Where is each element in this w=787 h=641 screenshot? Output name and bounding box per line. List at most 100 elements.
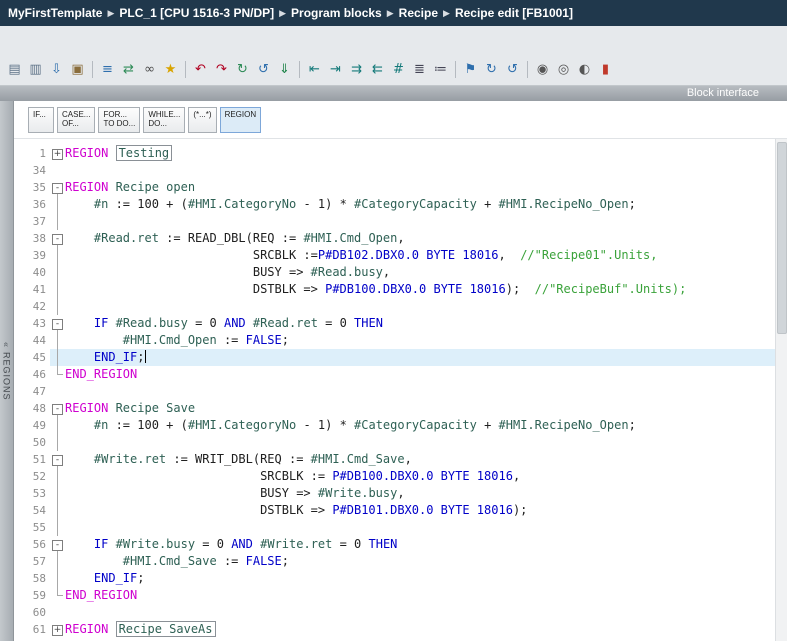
- code-line[interactable]: 55: [14, 519, 787, 536]
- collapse-all-icon[interactable]: ⇥: [325, 59, 346, 80]
- code-text: #Write.ret := WRIT_DBL(REQ := #HMI.Cmd_S…: [65, 451, 412, 468]
- main-area: «REGIONS IF...CASE...OF...FOR...TO DO...…: [0, 101, 787, 641]
- update-block-calls-icon[interactable]: ↻: [232, 59, 253, 80]
- snippet-tab-case[interactable]: CASE...OF...: [57, 107, 95, 133]
- regions-label: REGIONS: [2, 352, 12, 401]
- collapse-fold-icon[interactable]: -: [52, 319, 63, 330]
- toolbar-separator: [185, 61, 186, 78]
- code-line[interactable]: 56- IF #Write.busy = 0 AND #Write.ret = …: [14, 536, 787, 553]
- line-number: 43: [14, 315, 50, 332]
- block-interface-bar[interactable]: Block interface: [0, 86, 787, 101]
- vertical-scrollbar[interactable]: [775, 139, 787, 641]
- line-number: 36: [14, 196, 50, 213]
- favorites-icon[interactable]: ★: [160, 59, 181, 80]
- fold-gutter: [50, 383, 65, 400]
- breadcrumb-item[interactable]: MyFirstTemplate: [8, 6, 102, 20]
- collapse-fold-icon[interactable]: -: [52, 455, 63, 466]
- collapse-fold-icon[interactable]: -: [52, 540, 63, 551]
- code-line[interactable]: 46END_REGION: [14, 366, 787, 383]
- code-line[interactable]: 37: [14, 213, 787, 230]
- expand-fold-icon[interactable]: +: [52, 149, 63, 160]
- expand-fold-icon[interactable]: +: [52, 625, 63, 636]
- previous-bookmark-icon[interactable]: ↺: [502, 59, 523, 80]
- collapse-fold-icon[interactable]: -: [52, 404, 63, 415]
- network-numbers-icon[interactable]: ≣: [409, 59, 430, 80]
- code-line[interactable]: 59END_REGION: [14, 587, 787, 604]
- rewire-operands-icon[interactable]: ⇄: [118, 59, 139, 80]
- code-line[interactable]: 58 END_IF;: [14, 570, 787, 587]
- toolbar-separator: [92, 61, 93, 78]
- collapse-fold-icon[interactable]: -: [52, 183, 63, 194]
- code-line[interactable]: 34: [14, 162, 787, 179]
- grid-icon[interactable]: #: [388, 59, 409, 80]
- code-line[interactable]: 61+REGION Recipe SaveAs: [14, 621, 787, 638]
- breadcrumb-item[interactable]: Program blocks: [291, 6, 382, 20]
- code-line[interactable]: 48-REGION Recipe Save: [14, 400, 787, 417]
- line-number: 35: [14, 179, 50, 196]
- code-text: SRCBLK := P#DB100.DBX0.0 BYTE 18016,: [65, 468, 520, 485]
- data-block-icon[interactable]: ▮: [595, 59, 616, 80]
- code-line[interactable]: 54 DSTBLK => P#DB101.DBX0.0 BYTE 18016);: [14, 502, 787, 519]
- code-line[interactable]: 53 BUSY => #Write.busy,: [14, 485, 787, 502]
- line-number: 59: [14, 587, 50, 604]
- regions-side-tab[interactable]: «REGIONS: [0, 101, 14, 641]
- toolbar-separator: [299, 61, 300, 78]
- line-number: 55: [14, 519, 50, 536]
- code-text: END_IF;: [65, 349, 146, 366]
- undo-icon[interactable]: ↶: [190, 59, 211, 80]
- breadcrumb-item[interactable]: Recipe edit [FB1001]: [455, 6, 573, 20]
- compile-icon[interactable]: ⇓: [274, 59, 295, 80]
- next-bookmark-icon[interactable]: ↻: [481, 59, 502, 80]
- code-line[interactable]: 52 SRCBLK := P#DB100.DBX0.0 BYTE 18016,: [14, 468, 787, 485]
- code-line[interactable]: 60: [14, 604, 787, 621]
- snippet-tab-region[interactable]: REGION: [220, 107, 262, 133]
- code-line[interactable]: 1+REGION Testing: [14, 145, 787, 162]
- code-line[interactable]: 57 #HMI.Cmd_Save := FALSE;: [14, 553, 787, 570]
- breadcrumb-item[interactable]: Recipe: [399, 6, 438, 20]
- absolute-operands-icon[interactable]: ≡: [97, 59, 118, 80]
- code-line[interactable]: 47: [14, 383, 787, 400]
- code-line[interactable]: 49 #n := 100 + (#HMI.CategoryNo - 1) * #…: [14, 417, 787, 434]
- copy-block-icon[interactable]: ▣: [67, 59, 88, 80]
- code-line[interactable]: 36 #n := 100 + (#HMI.CategoryNo - 1) * #…: [14, 196, 787, 213]
- code-line[interactable]: 50: [14, 434, 787, 451]
- indent-icon[interactable]: ⇉: [346, 59, 367, 80]
- code-line[interactable]: 39 SRCBLK :=P#DB102.DBX0.0 BYTE 18016, /…: [14, 247, 787, 264]
- insert-network-icon[interactable]: ▤: [4, 59, 25, 80]
- line-numbers-icon[interactable]: ≔: [430, 59, 451, 80]
- code-line[interactable]: 40 BUSY => #Read.busy,: [14, 264, 787, 281]
- code-area[interactable]: 1+REGION Testing3435-REGION Recipe open3…: [14, 139, 787, 638]
- watch-table-icon[interactable]: ◐: [574, 59, 595, 80]
- insert-block-title-icon[interactable]: ▥: [25, 59, 46, 80]
- expand-all-icon[interactable]: ⇤: [304, 59, 325, 80]
- redo-icon[interactable]: ↷: [211, 59, 232, 80]
- snippet-tab-for[interactable]: FOR...TO DO...: [98, 107, 140, 133]
- monitor-icon[interactable]: ◉: [532, 59, 553, 80]
- keyboard-download-icon[interactable]: ⇩: [46, 59, 67, 80]
- fold-gutter: [50, 417, 65, 434]
- code-line[interactable]: 41 DSTBLK => P#DB100.DBX0.0 BYTE 18016);…: [14, 281, 787, 298]
- snippet-tab-while[interactable]: WHILE...DO...: [143, 107, 185, 133]
- synchronize-icon[interactable]: ↺: [253, 59, 274, 80]
- outdent-icon[interactable]: ⇇: [367, 59, 388, 80]
- line-number: 50: [14, 434, 50, 451]
- bookmark-flag-icon[interactable]: ⚑: [460, 59, 481, 80]
- code-line[interactable]: 42: [14, 298, 787, 315]
- snapshot-icon[interactable]: ◎: [553, 59, 574, 80]
- code-line[interactable]: 43- IF #Read.busy = 0 AND #Read.ret = 0 …: [14, 315, 787, 332]
- collapse-fold-icon[interactable]: -: [52, 234, 63, 245]
- breadcrumb-item[interactable]: PLC_1 [CPU 1516-3 PN/DP]: [119, 6, 274, 20]
- code-line[interactable]: 51- #Write.ret := WRIT_DBL(REQ := #HMI.C…: [14, 451, 787, 468]
- code-text: REGION Recipe Save: [65, 400, 195, 417]
- breadcrumb: MyFirstTemplate▶PLC_1 [CPU 1516-3 PN/DP]…: [0, 0, 787, 26]
- scrollbar-thumb[interactable]: [777, 142, 787, 334]
- snippet-tab-if[interactable]: IF...: [28, 107, 54, 133]
- code-line[interactable]: 45 END_IF;: [14, 349, 787, 366]
- line-number: 38: [14, 230, 50, 247]
- fold-gutter: [50, 468, 65, 485]
- code-line[interactable]: 44 #HMI.Cmd_Open := FALSE;: [14, 332, 787, 349]
- glasses-icon[interactable]: ∞: [139, 59, 160, 80]
- code-line[interactable]: 35-REGION Recipe open: [14, 179, 787, 196]
- snippet-tab-comment[interactable]: (*...*): [188, 107, 216, 133]
- code-line[interactable]: 38- #Read.ret := READ_DBL(REQ := #HMI.Cm…: [14, 230, 787, 247]
